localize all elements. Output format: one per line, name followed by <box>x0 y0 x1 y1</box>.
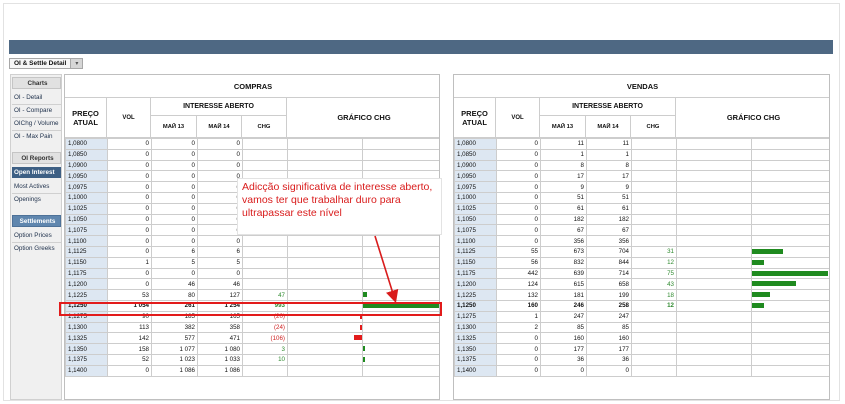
annotation-arrow <box>374 235 399 304</box>
